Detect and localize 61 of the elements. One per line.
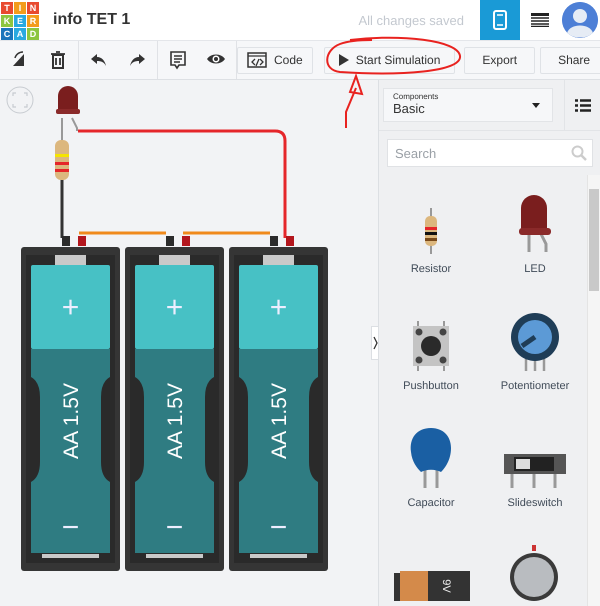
toolbar-button[interactable]: Export: [464, 46, 536, 74]
toolbar-button[interactable]: Share: [540, 46, 600, 74]
search-icon: [571, 145, 587, 161]
logo-letter: N: [27, 2, 39, 14]
avatar-icon[interactable]: [562, 2, 598, 38]
resistor-drawing: [55, 132, 69, 180]
logo-letter: R: [27, 14, 39, 26]
potentiometer-icon: [510, 313, 560, 371]
search-field[interactable]: Search: [387, 139, 593, 167]
battery-minus-sign: −: [62, 511, 80, 544]
component-name: Slideswitch: [507, 497, 563, 509]
logo-letter: I: [14, 2, 26, 14]
component-name: Pushbutton: [403, 380, 459, 392]
battery-minus-sign: −: [270, 511, 288, 544]
chip-icon: [493, 10, 507, 30]
logo-letter: T: [1, 2, 13, 14]
play-icon: [338, 54, 349, 66]
led-icon: [519, 194, 551, 254]
caret-icon: [532, 103, 540, 108]
component-tile[interactable]: Slideswitch: [483, 422, 587, 539]
battery-label: AA 1.5V: [60, 383, 83, 459]
resistor-icon: [424, 208, 438, 254]
component-tile[interactable]: Pushbutton: [379, 305, 483, 422]
battery-plus-sign: +: [62, 291, 80, 324]
component-tile[interactable]: Capacitor: [379, 422, 483, 539]
component-tile[interactable]: 9V: [379, 539, 483, 606]
logo-letter: E: [14, 14, 26, 26]
scrollbar[interactable]: [587, 175, 600, 606]
capacitor-icon: [409, 426, 453, 488]
table-icon: [531, 13, 549, 27]
battery-plus-sign: +: [166, 291, 184, 324]
logo-letter: D: [27, 28, 39, 40]
slide-switch-icon: [504, 454, 566, 488]
component-tile[interactable]: LED: [483, 188, 587, 305]
logo-letter: A: [14, 28, 26, 40]
battery-marking: 9V: [440, 579, 452, 593]
notes-icon[interactable]: [168, 50, 188, 70]
save-status: All changes saved: [358, 12, 464, 28]
battery-plus-sign: +: [270, 291, 288, 324]
pushbutton-icon: [412, 321, 450, 371]
code-window-icon: [247, 52, 267, 68]
logo-letter: C: [1, 28, 13, 40]
components-dropdown[interactable]: Components Basic: [383, 88, 553, 122]
toolbar-button[interactable]: Start Simulation: [324, 46, 456, 74]
logo-letter: K: [1, 14, 13, 26]
component-tile[interactable]: Potentiometer: [483, 305, 587, 422]
component-name: Resistor: [410, 263, 452, 275]
toolbar-button[interactable]: Code: [237, 46, 313, 74]
project-title: info TET 1: [53, 11, 132, 29]
component-name: LED: [524, 263, 546, 275]
component-name: Capacitor: [407, 497, 455, 509]
collapse-panel-icon[interactable]: [371, 326, 378, 360]
delete-icon[interactable]: [48, 50, 68, 70]
list-view-icon[interactable]: [574, 98, 590, 112]
led-drawing: [56, 86, 80, 133]
battery-label: AA 1.5V: [164, 383, 187, 459]
component-name: Potentiometer: [500, 380, 570, 392]
battery-label: AA 1.5V: [268, 383, 291, 459]
component-tile[interactable]: Resistor: [379, 188, 483, 305]
battery-minus-sign: −: [166, 511, 184, 544]
annotation-arrow: [345, 73, 363, 129]
